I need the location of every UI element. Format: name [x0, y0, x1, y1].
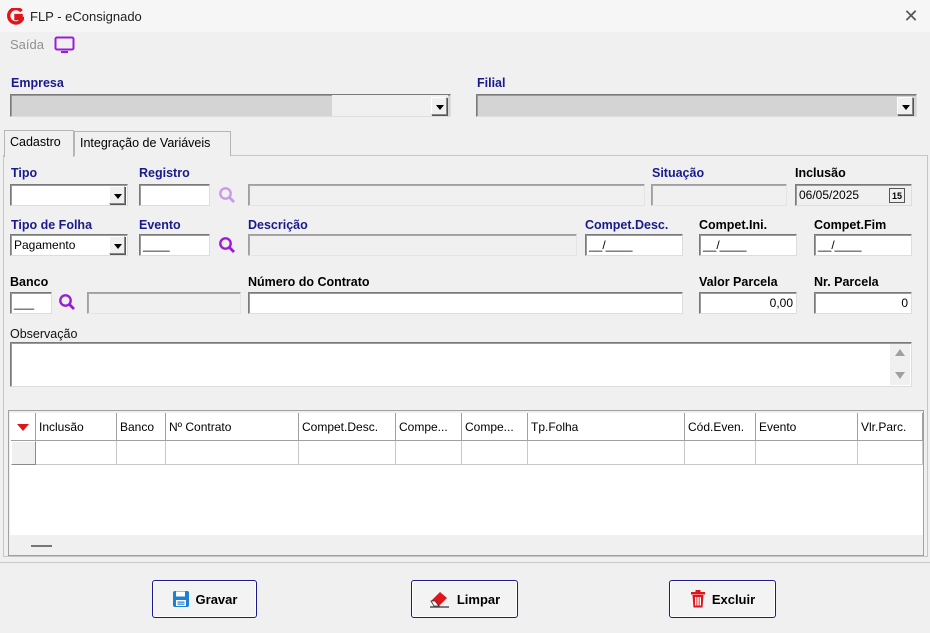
limpar-label: Limpar: [456, 591, 501, 607]
limpar-button[interactable]: Limpar: [411, 580, 518, 618]
compet-desc-input[interactable]: __/____: [585, 234, 683, 256]
evento-input[interactable]: ____: [139, 234, 210, 256]
compet-fim-label: Compet.Fim: [814, 218, 887, 232]
gravar-label: Gravar: [195, 591, 238, 607]
banco-search-icon[interactable]: [58, 293, 76, 311]
filial-select[interactable]: [476, 94, 917, 117]
monitor-icon[interactable]: [54, 36, 75, 54]
grid-col-compet-desc[interactable]: Compet.Desc.: [299, 413, 396, 441]
grid-col-cod-even[interactable]: Cód.Even.: [685, 413, 756, 441]
observacao-textarea[interactable]: [10, 342, 912, 387]
grid-cell[interactable]: [756, 441, 858, 465]
registro-search-icon[interactable]: [218, 186, 236, 204]
tipo-dropdown-button[interactable]: [109, 186, 125, 204]
valor-parcela-label: Valor Parcela: [699, 275, 778, 289]
window-title: FLP - eConsignado: [30, 9, 142, 24]
calendar-icon[interactable]: 15: [889, 188, 905, 203]
trash-icon: [690, 590, 705, 608]
numero-contrato-label: Número do Contrato: [248, 275, 370, 289]
save-icon: [172, 591, 189, 607]
empresa-label: Empresa: [11, 76, 64, 90]
grid-cell[interactable]: [528, 441, 685, 465]
compet-desc-label: Compet.Desc.: [585, 218, 669, 232]
empresa-dropdown-button[interactable]: [431, 97, 447, 115]
tipo-folha-label: Tipo de Folha: [11, 218, 93, 232]
grid-cell[interactable]: [858, 441, 923, 465]
inclusao-label: Inclusão: [795, 166, 846, 180]
grid-col-banco[interactable]: Banco: [117, 413, 166, 441]
situacao-label: Situação: [652, 166, 705, 180]
grid-cell[interactable]: [299, 441, 396, 465]
nr-parcela-value: 0: [901, 296, 908, 310]
scroll-down-icon[interactable]: [895, 372, 905, 379]
filial-dropdown-button[interactable]: [897, 97, 913, 115]
grid-cell[interactable]: [117, 441, 166, 465]
banco-value: ___: [14, 296, 35, 310]
saida-label[interactable]: Saída: [10, 37, 44, 52]
nr-parcela-input[interactable]: 0: [814, 292, 912, 314]
eraser-icon: [429, 592, 449, 608]
descricao-field: [248, 234, 577, 256]
compet-ini-label: Compet.Ini.: [699, 218, 768, 232]
excluir-button[interactable]: Excluir: [669, 580, 776, 618]
grid-cell[interactable]: [462, 441, 528, 465]
grid-col-compet-ini[interactable]: Compe...: [396, 413, 462, 441]
grid-scroll-thumb[interactable]: [31, 545, 52, 547]
grid-row-indicator[interactable]: [11, 441, 36, 465]
registro-name-field: [248, 184, 645, 206]
app-logo-icon: [7, 8, 24, 25]
grid-col-inclusao[interactable]: Inclusão: [36, 413, 117, 441]
close-icon[interactable]: ✕: [899, 6, 923, 28]
compet-ini-input[interactable]: __/____: [699, 234, 797, 256]
tipo-label: Tipo: [11, 166, 38, 180]
grid-cell[interactable]: [396, 441, 462, 465]
sort-down-icon: [17, 424, 29, 431]
banco-label: Banco: [10, 275, 49, 289]
tipo-folha-value: Pagamento: [14, 238, 76, 252]
banco-name-field: [87, 292, 241, 314]
empresa-select[interactable]: [10, 94, 451, 117]
registro-label: Registro: [139, 166, 190, 180]
grid-col-vlr-parc[interactable]: Vlr.Parc.: [858, 413, 923, 441]
grid-col-evento[interactable]: Evento: [756, 413, 858, 441]
tab-integracao-variaveis[interactable]: Integração de Variáveis: [74, 131, 231, 156]
situacao-field: [651, 184, 787, 206]
excluir-label: Excluir: [711, 591, 756, 607]
inclusao-date-value: 06/05/2025: [799, 188, 860, 202]
compet-fim-value: __/____: [818, 238, 862, 252]
gravar-button[interactable]: Gravar: [152, 580, 257, 618]
valor-parcela-value: 0,00: [769, 296, 793, 310]
compet-fim-input[interactable]: __/____: [814, 234, 912, 256]
grid-cell[interactable]: [166, 441, 299, 465]
observacao-label: Observação: [10, 327, 78, 341]
compet-ini-value: __/____: [703, 238, 747, 252]
grid-cell[interactable]: [36, 441, 117, 465]
grid-col-nr-contrato[interactable]: Nº Contrato: [166, 413, 299, 441]
registro-input[interactable]: [139, 184, 210, 206]
banco-input[interactable]: ___: [10, 292, 52, 314]
tipo-folha-dropdown-button[interactable]: [109, 236, 125, 254]
grid-cell[interactable]: [685, 441, 756, 465]
evento-search-icon[interactable]: [218, 236, 236, 254]
valor-parcela-input[interactable]: 0,00: [699, 292, 797, 314]
tab-cadastro[interactable]: Cadastro: [4, 130, 74, 157]
evento-label: Evento: [139, 218, 181, 232]
grid-col-compet-fim[interactable]: Compe...: [462, 413, 528, 441]
compet-desc-value: __/____: [589, 238, 633, 252]
filial-label: Filial: [477, 76, 506, 90]
evento-value: ____: [143, 238, 170, 252]
bottom-divider: [0, 562, 930, 563]
scroll-up-icon[interactable]: [895, 349, 905, 356]
svg-text:15: 15: [892, 191, 902, 201]
nr-parcela-label: Nr. Parcela: [814, 275, 879, 289]
numero-contrato-input[interactable]: [248, 292, 683, 314]
grid-col-tp-folha[interactable]: Tp.Folha: [528, 413, 685, 441]
descricao-label: Descrição: [248, 218, 308, 232]
